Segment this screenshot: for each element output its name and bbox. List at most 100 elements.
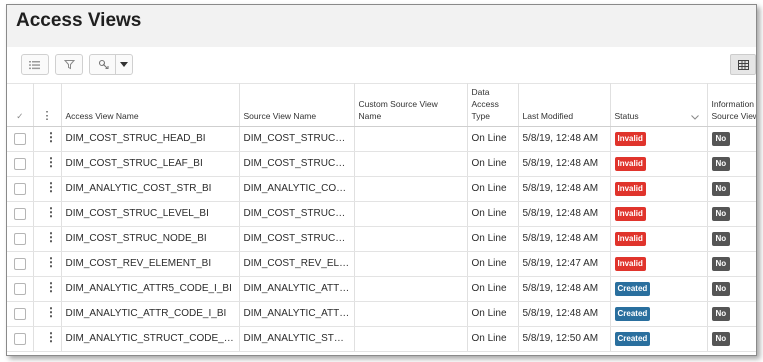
table-row[interactable]: ⋮ DIM_COST_STRUC_LEAF_BI DIM_COST_STRUC_… (7, 151, 756, 177)
information-source-view-cell: No (707, 226, 756, 252)
last-modified-cell: 5/8/19, 12:50 AM (518, 326, 611, 352)
information-source-view-badge: No (711, 181, 731, 196)
access-view-name-cell: DIM_ANALYTIC_ATTR_CODE_I_BI (61, 301, 240, 327)
row-menu-icon[interactable]: ⋮ (45, 281, 57, 293)
last-modified-cell: 5/8/19, 12:47 AM (518, 251, 611, 277)
row-checkbox[interactable] (13, 132, 26, 145)
column-access-view-name[interactable]: Access View Name (61, 83, 240, 127)
filter-button[interactable] (55, 54, 83, 75)
custom-source-view-name-cell (354, 176, 468, 202)
custom-source-view-name-cell (354, 126, 468, 152)
column-last-modified[interactable]: Last Modified (518, 83, 611, 127)
source-view-name-cell: DIM_ANALYTIC_ATTR_... (239, 301, 355, 327)
chevron-down-icon (120, 62, 128, 67)
row-checkbox[interactable] (13, 157, 26, 170)
column-information-source-view[interactable]: Information Source View (707, 83, 756, 127)
status-badge: Invalid (614, 156, 646, 171)
information-source-view-badge: No (711, 281, 731, 296)
table-row[interactable]: ⋮ DIM_COST_STRUC_LEVEL_BI DIM_COST_STRUC… (7, 201, 756, 227)
access-view-name-cell: DIM_ANALYTIC_STRUCT_CODE_I_BI (61, 326, 240, 352)
row-menu-icon[interactable]: ⋮ (45, 181, 57, 193)
row-checkbox[interactable] (13, 257, 26, 270)
actions-dropdown-toggle[interactable] (115, 55, 132, 74)
custom-source-view-name-cell (354, 151, 468, 177)
row-select-cell (7, 151, 34, 177)
row-select-cell (7, 326, 34, 352)
row-menu-cell: ⋮ (33, 301, 62, 327)
row-menu-icon[interactable]: ⋮ (45, 131, 57, 143)
row-menu-cell: ⋮ (33, 126, 62, 152)
source-view-name-cell: DIM_ANALYTIC_STRUC... (239, 326, 355, 352)
row-menu-icon[interactable]: ⋮ (45, 331, 57, 343)
sort-chevron-icon[interactable] (690, 114, 699, 120)
information-source-view-cell: No (707, 326, 756, 352)
access-view-name-cell: DIM_COST_STRUC_LEAF_BI (61, 151, 240, 177)
custom-source-view-name-cell (354, 226, 468, 252)
row-menu-header: ⋮ (33, 83, 62, 127)
source-view-name-cell: DIM_ANALYTIC_COST_... (239, 176, 355, 202)
row-checkbox[interactable] (13, 282, 26, 295)
last-modified-cell: 5/8/19, 12:48 AM (518, 226, 611, 252)
row-menu-icon[interactable]: ⋮ (45, 156, 57, 168)
data-access-type-cell: On Line (467, 301, 519, 327)
table-row[interactable]: ⋮ DIM_ANALYTIC_ATTR_CODE_I_BI DIM_ANALYT… (7, 301, 756, 327)
information-source-view-badge: No (711, 156, 731, 171)
row-checkbox[interactable] (13, 232, 26, 245)
last-modified-cell: 5/8/19, 12:48 AM (518, 126, 611, 152)
data-access-type-cell: On Line (467, 126, 519, 152)
information-source-view-badge: No (711, 206, 731, 221)
column-data-access-type[interactable]: Data Access Type (467, 83, 519, 127)
table-row[interactable]: ⋮ DIM_ANALYTIC_STRUCT_CODE_I_BI DIM_ANAL… (7, 326, 756, 352)
status-cell: Invalid (610, 226, 708, 252)
status-badge: Invalid (614, 231, 646, 246)
table-row[interactable]: ⋮ DIM_COST_STRUC_NODE_BI DIM_COST_STRUC_… (7, 226, 756, 252)
information-source-view-badge: No (711, 131, 731, 146)
row-select-cell (7, 301, 34, 327)
data-access-type-cell: On Line (467, 176, 519, 202)
column-status-label: Status (614, 110, 639, 121)
status-badge: Invalid (614, 206, 646, 221)
information-source-view-cell: No (707, 201, 756, 227)
grid-view-icon (737, 59, 749, 70)
row-checkbox[interactable] (13, 182, 26, 195)
grid-view-button[interactable] (730, 54, 756, 75)
column-status[interactable]: Status (610, 83, 708, 127)
row-menu-icon[interactable]: ⋮ (45, 231, 57, 243)
source-view-name-cell: DIM_COST_STRUC_LEV... (239, 201, 355, 227)
select-all-header[interactable]: ✓ (7, 83, 34, 127)
table-row[interactable]: ⋮ DIM_ANALYTIC_COST_STR_BI DIM_ANALYTIC_… (7, 176, 756, 202)
information-source-view-cell: No (707, 176, 756, 202)
table-row[interactable]: ⋮ DIM_ANALYTIC_ATTR5_CODE_I_BI DIM_ANALY… (7, 276, 756, 302)
table-row[interactable]: ⋮ DIM_COST_STRUC_HEAD_BI DIM_COST_STRUC_… (7, 126, 756, 152)
row-menu-icon[interactable]: ⋮ (45, 256, 57, 268)
custom-source-view-name-cell (354, 251, 468, 277)
source-view-name-cell: DIM_COST_STRUC_NO... (239, 226, 355, 252)
row-checkbox[interactable] (13, 307, 26, 320)
status-cell: Invalid (610, 201, 708, 227)
table-row[interactable]: ⋮ DIM_COST_REV_ELEMENT_BI DIM_COST_REV_E… (7, 251, 756, 277)
custom-source-view-name-cell (354, 301, 468, 327)
access-view-name-cell: DIM_COST_STRUC_LEVEL_BI (61, 201, 240, 227)
access-views-table: ✓ ⋮ Access View Name Source View Name Cu… (7, 83, 756, 352)
custom-source-view-name-cell (354, 201, 468, 227)
status-badge: Invalid (614, 181, 646, 196)
row-checkbox[interactable] (13, 332, 26, 345)
filter-icon (63, 60, 75, 70)
access-views-window: Access Views ✓ ⋮ Access View Name Source… (6, 4, 757, 356)
status-badge: Created (614, 331, 651, 346)
row-menu-icon[interactable]: ⋮ (45, 306, 57, 318)
page-title: Access Views (16, 10, 142, 31)
list-view-button[interactable] (21, 54, 49, 75)
row-checkbox[interactable] (13, 207, 26, 220)
column-source-view-name[interactable]: Source View Name (239, 83, 355, 127)
custom-source-view-name-cell (354, 276, 468, 302)
column-custom-source-view-name[interactable]: Custom Source View Name (354, 83, 468, 127)
row-menu-icon[interactable]: ⋮ (45, 206, 57, 218)
information-source-view-badge: No (711, 231, 731, 246)
row-select-cell (7, 276, 34, 302)
data-access-type-cell: On Line (467, 226, 519, 252)
actions-split-button[interactable] (89, 54, 133, 75)
access-view-name-cell: DIM_ANALYTIC_ATTR5_CODE_I_BI (61, 276, 240, 302)
row-menu-cell: ⋮ (33, 151, 62, 177)
status-badge: Invalid (614, 256, 646, 271)
